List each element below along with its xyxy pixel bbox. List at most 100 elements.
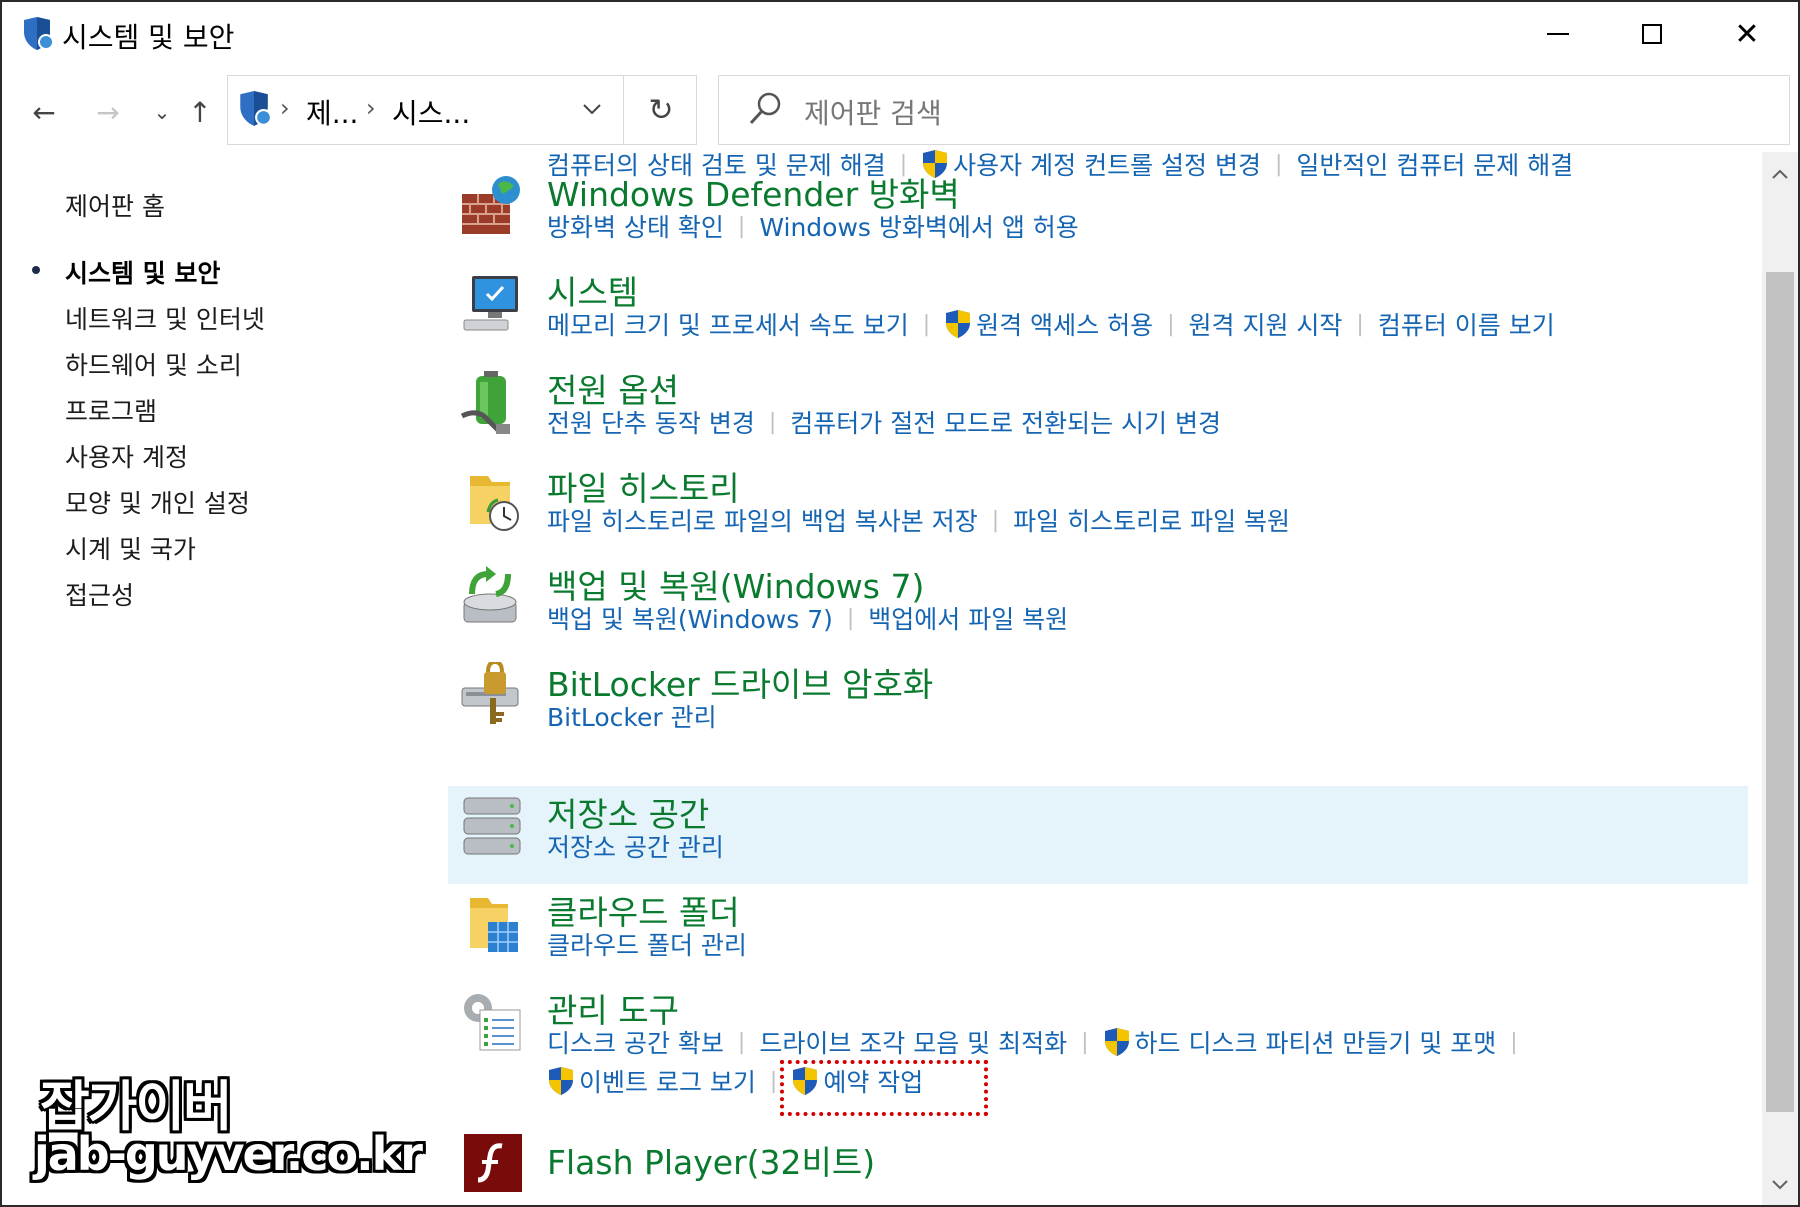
category-links: 클라우드 폴더 관리 [547,926,747,962]
category-firewall: Windows Defender 방화벽 방화벽 상태 확인 | Windows… [448,166,1748,264]
back-arrow-icon: ← [32,95,56,129]
up-button[interactable]: ↑ [180,92,220,132]
link-separator: | [846,605,855,631]
sidebar-item-control-panel-home[interactable]: 제어판 홈 [65,187,165,223]
scrollbar-thumb[interactable] [1766,272,1794,1112]
sidebar-item-network-internet[interactable]: 네트워크 및 인터넷 [65,300,265,336]
link-separator: | [768,409,777,435]
search-icon [749,92,781,125]
link-separator: | [737,213,746,239]
link-partition-format[interactable]: 하드 디스크 파티션 만들기 및 포맷 [1103,1024,1496,1060]
uac-shield-icon [549,1067,573,1095]
category-links: 저장소 공간 관리 [547,828,724,864]
link-view-ram-cpu[interactable]: 메모리 크기 및 프로세서 속도 보기 [547,306,909,342]
search-placeholder: 제어판 검색 [804,97,942,130]
maximize-icon [1642,24,1662,44]
category-links: 파일 히스토리로 파일의 백업 복사본 저장 | 파일 히스토리로 파일 복원 [547,502,1290,538]
search-input[interactable]: 제어판 검색 [718,75,1790,145]
breadcrumb-control-panel[interactable]: 제... [306,92,358,132]
storage-spaces-icon [463,797,521,855]
link-restore-from-backup[interactable]: 백업에서 파일 복원 [868,600,1068,636]
category-links: 방화벽 상태 확인 | Windows 방화벽에서 앱 허용 [547,208,1079,244]
link-manage-cloud-folders[interactable]: 클라우드 폴더 관리 [547,926,747,962]
category-bitlocker: BitLocker 드라이브 암호화 BitLocker 관리 [448,656,1748,754]
category-links: 메모리 크기 및 프로세서 속도 보기 | 원격 액세스 허용 | 원격 지원 … [547,306,1555,342]
control-panel-window: 시스템 및 보안 ✕ ← → ⌄ ↑ › 제... › 시스... ↻ 제어판 … [0,0,1800,1207]
category-cloud-folders: 클라우드 폴더 클라우드 폴더 관리 [448,884,1748,982]
link-allow-remote-access[interactable]: 원격 액세스 허용 [944,306,1153,342]
link-save-backup-copies[interactable]: 파일 히스토리로 파일의 백업 복사본 저장 [547,502,978,538]
breadcrumb-separator-icon: › [366,94,376,122]
close-button[interactable]: ✕ [1707,10,1787,58]
link-separator: | [1081,1029,1089,1055]
recent-locations-button[interactable]: ⌄ [142,92,182,132]
link-separator: | [1510,1029,1518,1055]
maximize-button[interactable] [1612,10,1692,58]
firewall-icon [462,176,520,234]
highlight-box-task-scheduler [780,1060,988,1116]
breadcrumb-separator-icon: › [280,94,290,122]
power-battery-icon [460,371,510,434]
forward-button[interactable]: → [88,92,128,132]
link-free-disk-space[interactable]: 디스크 공간 확보 [547,1024,724,1060]
sidebar-item-user-accounts[interactable]: 사용자 계정 [65,438,188,474]
sidebar-item-appearance[interactable]: 모양 및 개인 설정 [65,484,250,520]
link-separator: | [737,1029,746,1055]
category-links: 디스크 공간 확보 | 드라이브 조각 모음 및 최적화 | 하드 디스크 파티… [547,1024,1532,1060]
sidebar-item-system-security[interactable]: 시스템 및 보안 [65,254,220,290]
title-bar: 시스템 및 보안 ✕ [2,2,1798,66]
breadcrumb-system-security[interactable]: 시스... [392,92,470,132]
link-power-button[interactable]: 전원 단추 동작 변경 [547,404,755,440]
refresh-icon: ↻ [648,92,674,128]
control-panel-shield-icon [240,91,272,126]
chevron-down-icon [1772,1180,1788,1190]
scroll-up-button[interactable] [1762,156,1798,192]
category-title[interactable]: Flash Player(32비트) [547,1136,875,1184]
link-separator: | [922,311,931,337]
category-admin-tools: 관리 도구 디스크 공간 확보 | 드라이브 조각 모음 및 최적화 | 하드 … [448,982,1748,1132]
link-backup-restore-win7[interactable]: 백업 및 복원(Windows 7) [547,600,833,636]
minimize-button[interactable] [1518,10,1598,58]
vertical-scrollbar[interactable] [1762,152,1798,1205]
category-flash-player: Flash Player(32비트) [448,1122,1748,1205]
link-allow-remote-access-label: 원격 액세스 허용 [976,311,1154,340]
link-event-logs[interactable]: 이벤트 로그 보기 [547,1063,756,1099]
link-manage-storage-spaces[interactable]: 저장소 공간 관리 [547,828,724,864]
cloud-folder-icon [470,898,518,952]
link-manage-bitlocker[interactable]: BitLocker 관리 [547,698,717,734]
link-allow-app[interactable]: Windows 방화벽에서 앱 허용 [759,208,1078,244]
bitlocker-icon [461,662,519,724]
uac-shield-icon [946,310,971,338]
uac-shield-icon [1104,1028,1129,1056]
link-firewall-status[interactable]: 방화벽 상태 확인 [547,208,724,244]
link-separator: | [1167,311,1175,337]
link-computer-name[interactable]: 컴퓨터 이름 보기 [1378,306,1555,342]
sidebar: 제어판 홈 시스템 및 보안 네트워크 및 인터넷 하드웨어 및 소리 프로그램… [2,162,442,1062]
category-links: BitLocker 관리 [547,698,717,734]
scroll-down-button[interactable] [1762,1167,1798,1203]
category-file-history: 파일 히스토리 파일 히스토리로 파일의 백업 복사본 저장 | 파일 히스토리… [448,460,1748,558]
address-bar[interactable]: › 제... › 시스... ↻ [227,75,697,145]
link-separator: | [1356,311,1364,337]
back-button[interactable]: ← [24,92,64,132]
link-restore-files[interactable]: 파일 히스토리로 파일 복원 [1013,502,1290,538]
active-bullet-icon [32,266,40,274]
link-separator: | [769,1068,778,1094]
link-defragment[interactable]: 드라이브 조각 모음 및 최적화 [759,1024,1067,1060]
refresh-button[interactable]: ↻ [623,76,698,144]
sidebar-item-clock-region[interactable]: 시계 및 국가 [65,530,196,566]
chevron-down-icon: ⌄ [153,100,171,124]
address-dropdown-button[interactable] [573,90,611,128]
computer-monitor-icon [463,276,518,331]
sidebar-item-hardware-sound[interactable]: 하드웨어 및 소리 [65,346,242,382]
category-links: 백업 및 복원(Windows 7) | 백업에서 파일 복원 [547,600,1068,636]
sidebar-item-programs[interactable]: 프로그램 [65,392,157,428]
category-power-options: 전원 옵션 전원 단추 동작 변경 | 컴퓨터가 절전 모드로 전환되는 시기 … [448,362,1748,460]
file-history-icon [470,476,519,531]
link-event-logs-label: 이벤트 로그 보기 [579,1068,756,1097]
sidebar-item-accessibility[interactable]: 접근성 [65,576,134,612]
link-sleep-settings[interactable]: 컴퓨터가 절전 모드로 전환되는 시기 변경 [790,404,1221,440]
category-system: 시스템 메모리 크기 및 프로세서 속도 보기 | 원격 액세스 허용 | 원격… [448,264,1748,362]
security-shield-icon [24,17,54,50]
link-remote-assistance[interactable]: 원격 지원 시작 [1189,306,1343,342]
